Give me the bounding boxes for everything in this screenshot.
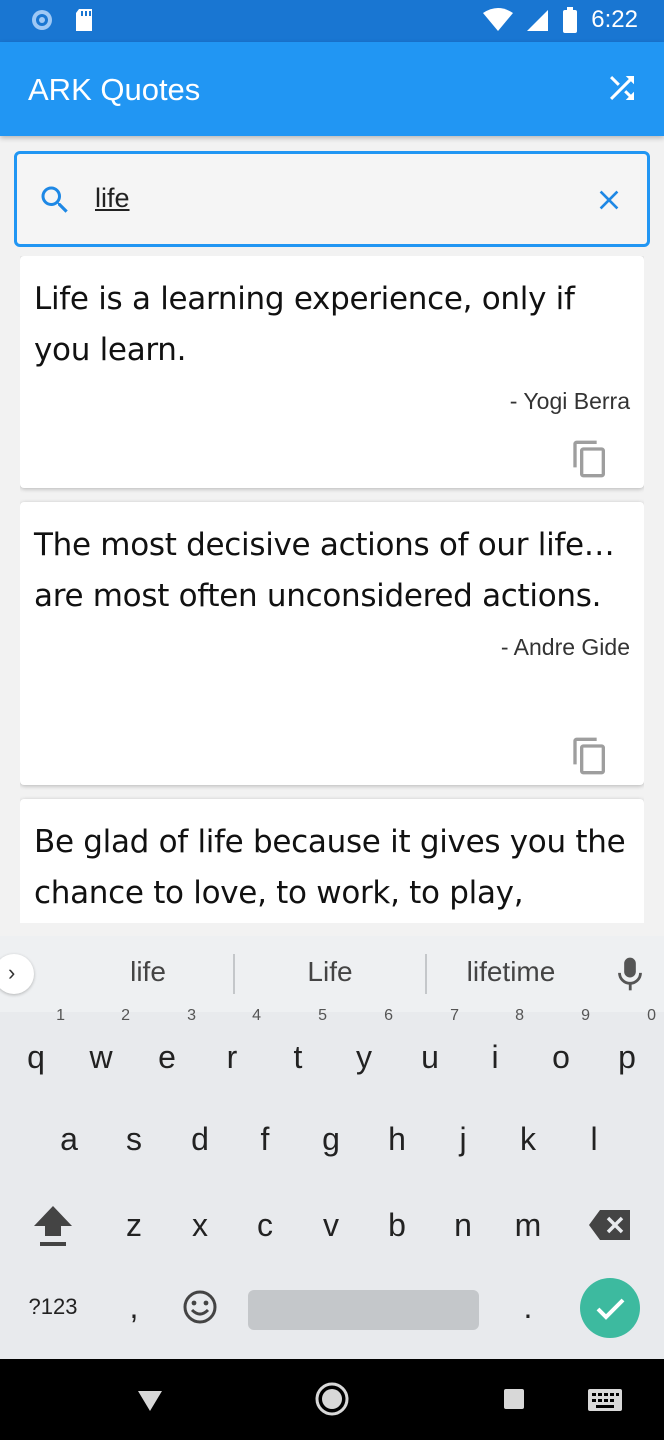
key-row-3: z x c v b n m [0,1190,664,1270]
symbols-key[interactable]: ?123 [18,1272,88,1342]
search-bar [14,151,650,247]
quote-card: Life is a learning experience, only if y… [20,256,644,488]
status-bar: 6:22 [0,0,664,42]
navigation-bar [0,1359,664,1440]
key-z[interactable]: z [101,1190,167,1260]
key-j[interactable]: j [430,1104,496,1174]
key-v[interactable]: v [298,1190,364,1260]
suggestion-2[interactable]: Life [240,956,420,988]
comma-key[interactable]: , [101,1272,167,1342]
key-s[interactable]: s [101,1104,167,1174]
wifi-icon [483,8,514,31]
clock: 6:22 [591,6,638,33]
quote-text: Life is a learning experience, only if y… [34,281,575,368]
key-a[interactable]: a [36,1104,102,1174]
search-input[interactable] [95,176,575,220]
shift-icon [34,1206,72,1246]
divider [233,954,235,994]
app-title: ARK Quotes [28,72,201,107]
backspace-key[interactable] [577,1190,643,1260]
suggestion-1[interactable]: life [58,956,238,988]
period-key[interactable]: . [495,1272,561,1342]
quote-author: - Andre Gide [500,634,630,660]
key-x[interactable]: x [167,1190,233,1260]
check-icon [596,1298,625,1320]
key-q[interactable]: q1 [3,1007,69,1092]
key-y[interactable]: y6 [331,1007,397,1092]
quote-card: The most decisive actions of our life… a… [20,502,644,785]
battery-icon [563,7,578,33]
suggestion-strip: › life Life lifetime [0,936,664,1012]
quote-text: The most decisive actions of our life… a… [34,527,615,614]
sync-icon [32,10,52,30]
key-n[interactable]: n [430,1190,496,1260]
copy-icon[interactable] [570,438,610,480]
clear-icon[interactable] [593,184,625,216]
quote-card: Be glad of life because it gives you the… [20,799,644,923]
enter-key[interactable] [580,1278,640,1338]
key-t[interactable]: t5 [265,1007,331,1092]
home-icon[interactable] [312,1379,352,1419]
key-p[interactable]: p0 [594,1007,660,1092]
suggestion-3[interactable]: lifetime [421,956,601,988]
key-c[interactable]: c [232,1190,298,1260]
key-l[interactable]: l [561,1104,627,1174]
back-icon[interactable] [130,1379,170,1419]
mic-icon[interactable] [616,956,644,992]
key-o[interactable]: o9 [528,1007,594,1092]
key-b[interactable]: b [364,1190,430,1260]
expand-button[interactable]: › [0,954,34,994]
quote-list: Life is a learning experience, only if y… [20,256,644,923]
emoji-icon [183,1290,217,1324]
recents-icon[interactable] [494,1379,534,1419]
shift-key[interactable] [20,1190,86,1260]
search-icon [41,186,68,213]
quote-text: Be glad of life because it gives you the… [34,824,626,911]
key-i[interactable]: i8 [462,1007,528,1092]
backspace-icon [589,1210,630,1240]
key-u[interactable]: u7 [397,1007,463,1092]
key-row-1: q1 w2 e3 r4 t5 y6 u7 i8 o9 p0 [0,1007,664,1102]
soft-keyboard: › life Life lifetime q1 w2 e3 r4 t5 y6 u… [0,936,664,1359]
space-bar[interactable] [248,1290,479,1330]
key-k[interactable]: k [495,1104,561,1174]
signal-icon [527,10,549,31]
quote-author: - Yogi Berra [509,388,630,414]
app-bar: ARK Quotes [0,42,664,136]
key-g[interactable]: g [298,1104,364,1174]
key-row-2: a s d f g h j k l [0,1104,664,1184]
chevron-right-icon: › [8,960,16,985]
key-e[interactable]: e3 [134,1007,200,1092]
keyboard-switch-icon[interactable] [586,1379,624,1419]
key-f[interactable]: f [232,1104,298,1174]
key-h[interactable]: h [364,1104,430,1174]
key-w[interactable]: w2 [68,1007,134,1092]
shuffle-icon[interactable] [604,70,640,106]
key-m[interactable]: m [495,1190,561,1260]
key-row-4: ?123 , . [0,1272,664,1352]
sd-card-icon [76,9,92,31]
emoji-key[interactable] [167,1272,233,1342]
copy-icon[interactable] [570,735,610,777]
key-d[interactable]: d [167,1104,233,1174]
key-r[interactable]: r4 [199,1007,265,1092]
